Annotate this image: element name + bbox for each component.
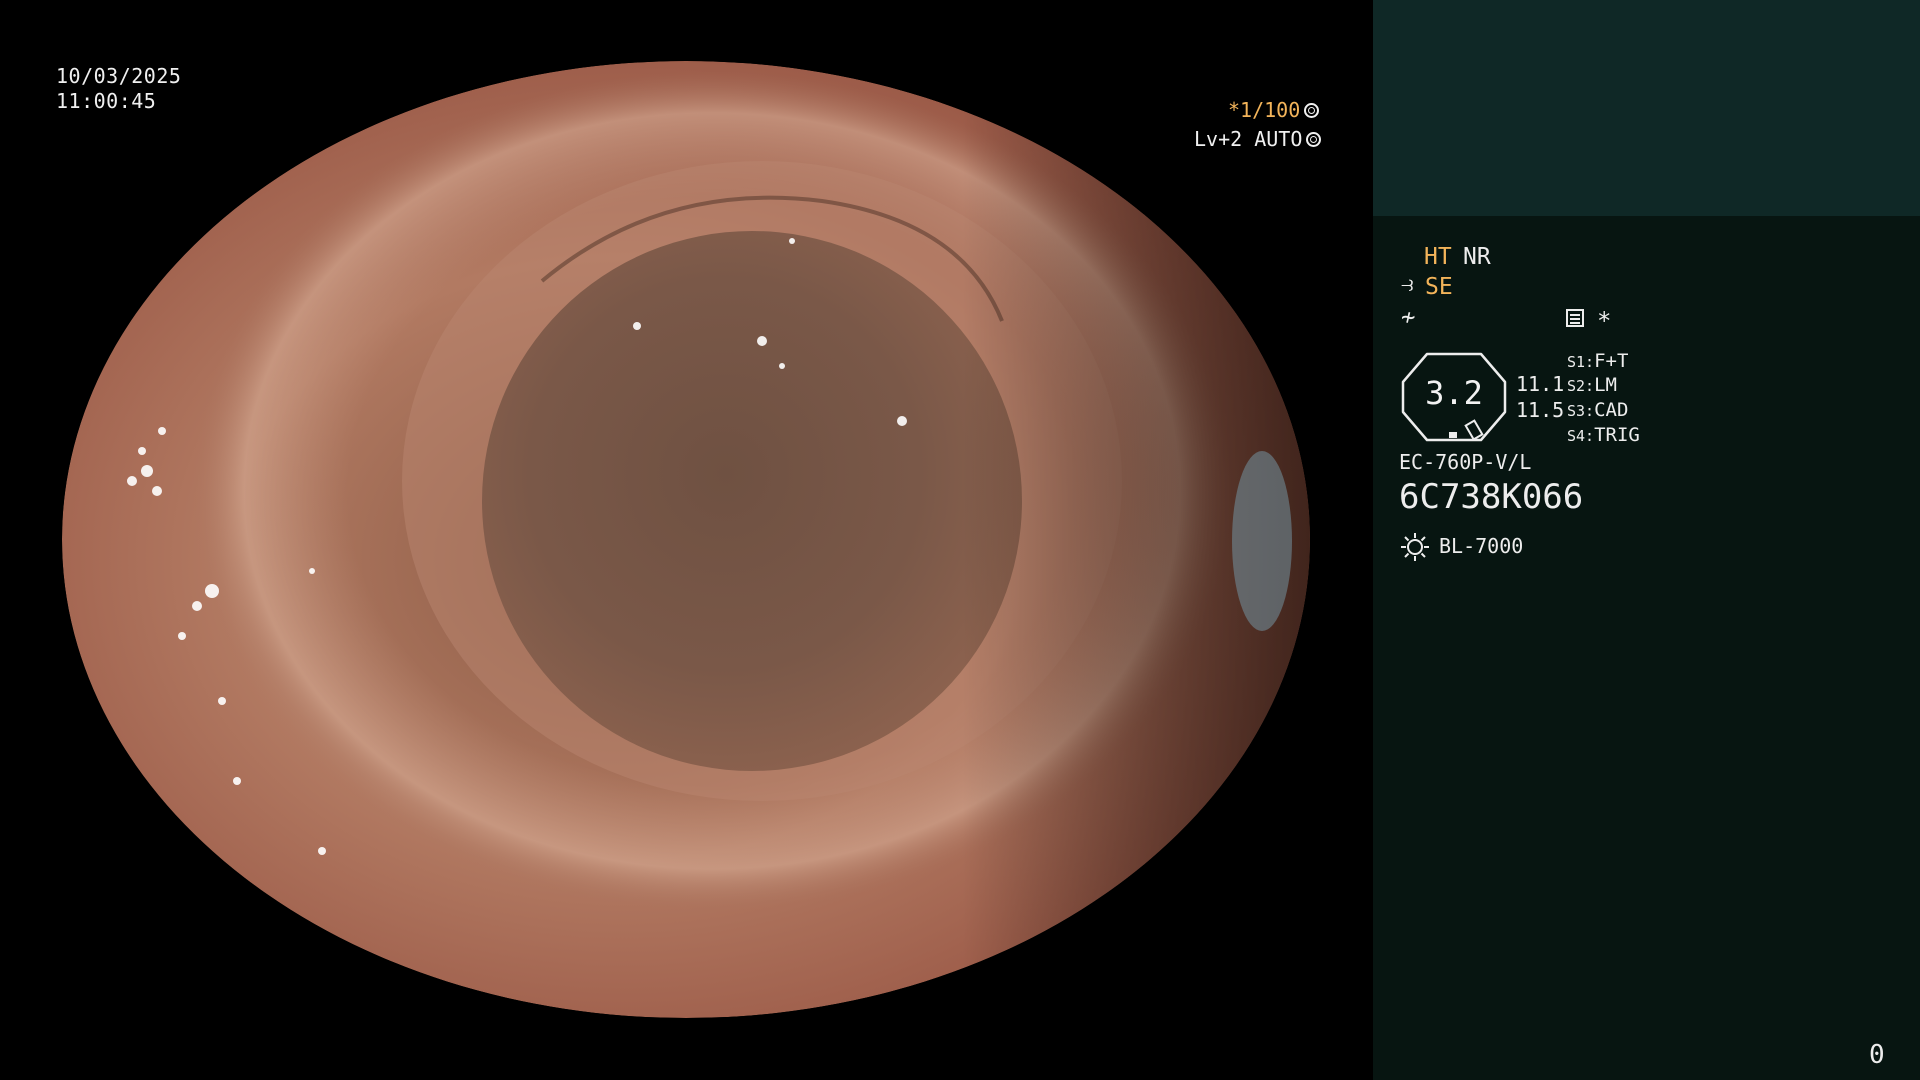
switch-4: S4:TRIG bbox=[1567, 424, 1640, 446]
star-indicator: * bbox=[1597, 307, 1612, 335]
shutter-speed: *1/100 bbox=[1228, 98, 1320, 122]
image-counter: 0 bbox=[1869, 1040, 1885, 1070]
menu-icon bbox=[1566, 309, 1584, 327]
zoom-value: 3.2 bbox=[1425, 374, 1483, 412]
date-time: 10/03/2025 11:00:45 bbox=[56, 64, 181, 114]
structure-enhance-icon: ⥽ bbox=[1401, 272, 1414, 297]
patient-info-area bbox=[1373, 0, 1920, 216]
shutter-icon bbox=[1304, 102, 1320, 118]
light-source-model: BL-7000 bbox=[1439, 534, 1524, 558]
ht-indicator: HT bbox=[1424, 244, 1452, 270]
switch-1: S1:F+T bbox=[1567, 350, 1629, 372]
iris-text: Lv+2 AUTO bbox=[1194, 127, 1303, 151]
ratio-1: 11.1 bbox=[1516, 372, 1565, 396]
color-enhance-icon: ≁ bbox=[1401, 303, 1416, 331]
scope-serial: 6C738K066 bbox=[1399, 477, 1584, 517]
iris-level: Lv+2 AUTO bbox=[1194, 127, 1322, 151]
scope-model: EC-760P-V/L bbox=[1399, 450, 1532, 474]
ratio-2: 11.5 bbox=[1516, 398, 1565, 422]
date-text: 10/03/2025 bbox=[56, 64, 182, 88]
time-text: 11:00:45 bbox=[56, 89, 157, 113]
light-source-icon bbox=[1401, 533, 1429, 561]
endoscope-view: 10/03/2025 11:00:45 *1/100 Lv+2 AUTO bbox=[0, 0, 1373, 1080]
se-indicator: SE bbox=[1425, 274, 1453, 300]
switch-2: S2:LM bbox=[1567, 374, 1617, 396]
switch-3: S3:CAD bbox=[1567, 399, 1629, 421]
nr-indicator: NR bbox=[1463, 244, 1491, 270]
colon-lumen-image bbox=[62, 61, 1310, 1018]
info-panel: HT NR ⥽ SE ≁ * 3.2 11.1 11.5 S1:F+T S2:L… bbox=[1373, 0, 1920, 1080]
endoscopic-image bbox=[62, 61, 1310, 1018]
iris-icon bbox=[1306, 131, 1322, 147]
shutter-text: *1/100 bbox=[1228, 98, 1301, 122]
